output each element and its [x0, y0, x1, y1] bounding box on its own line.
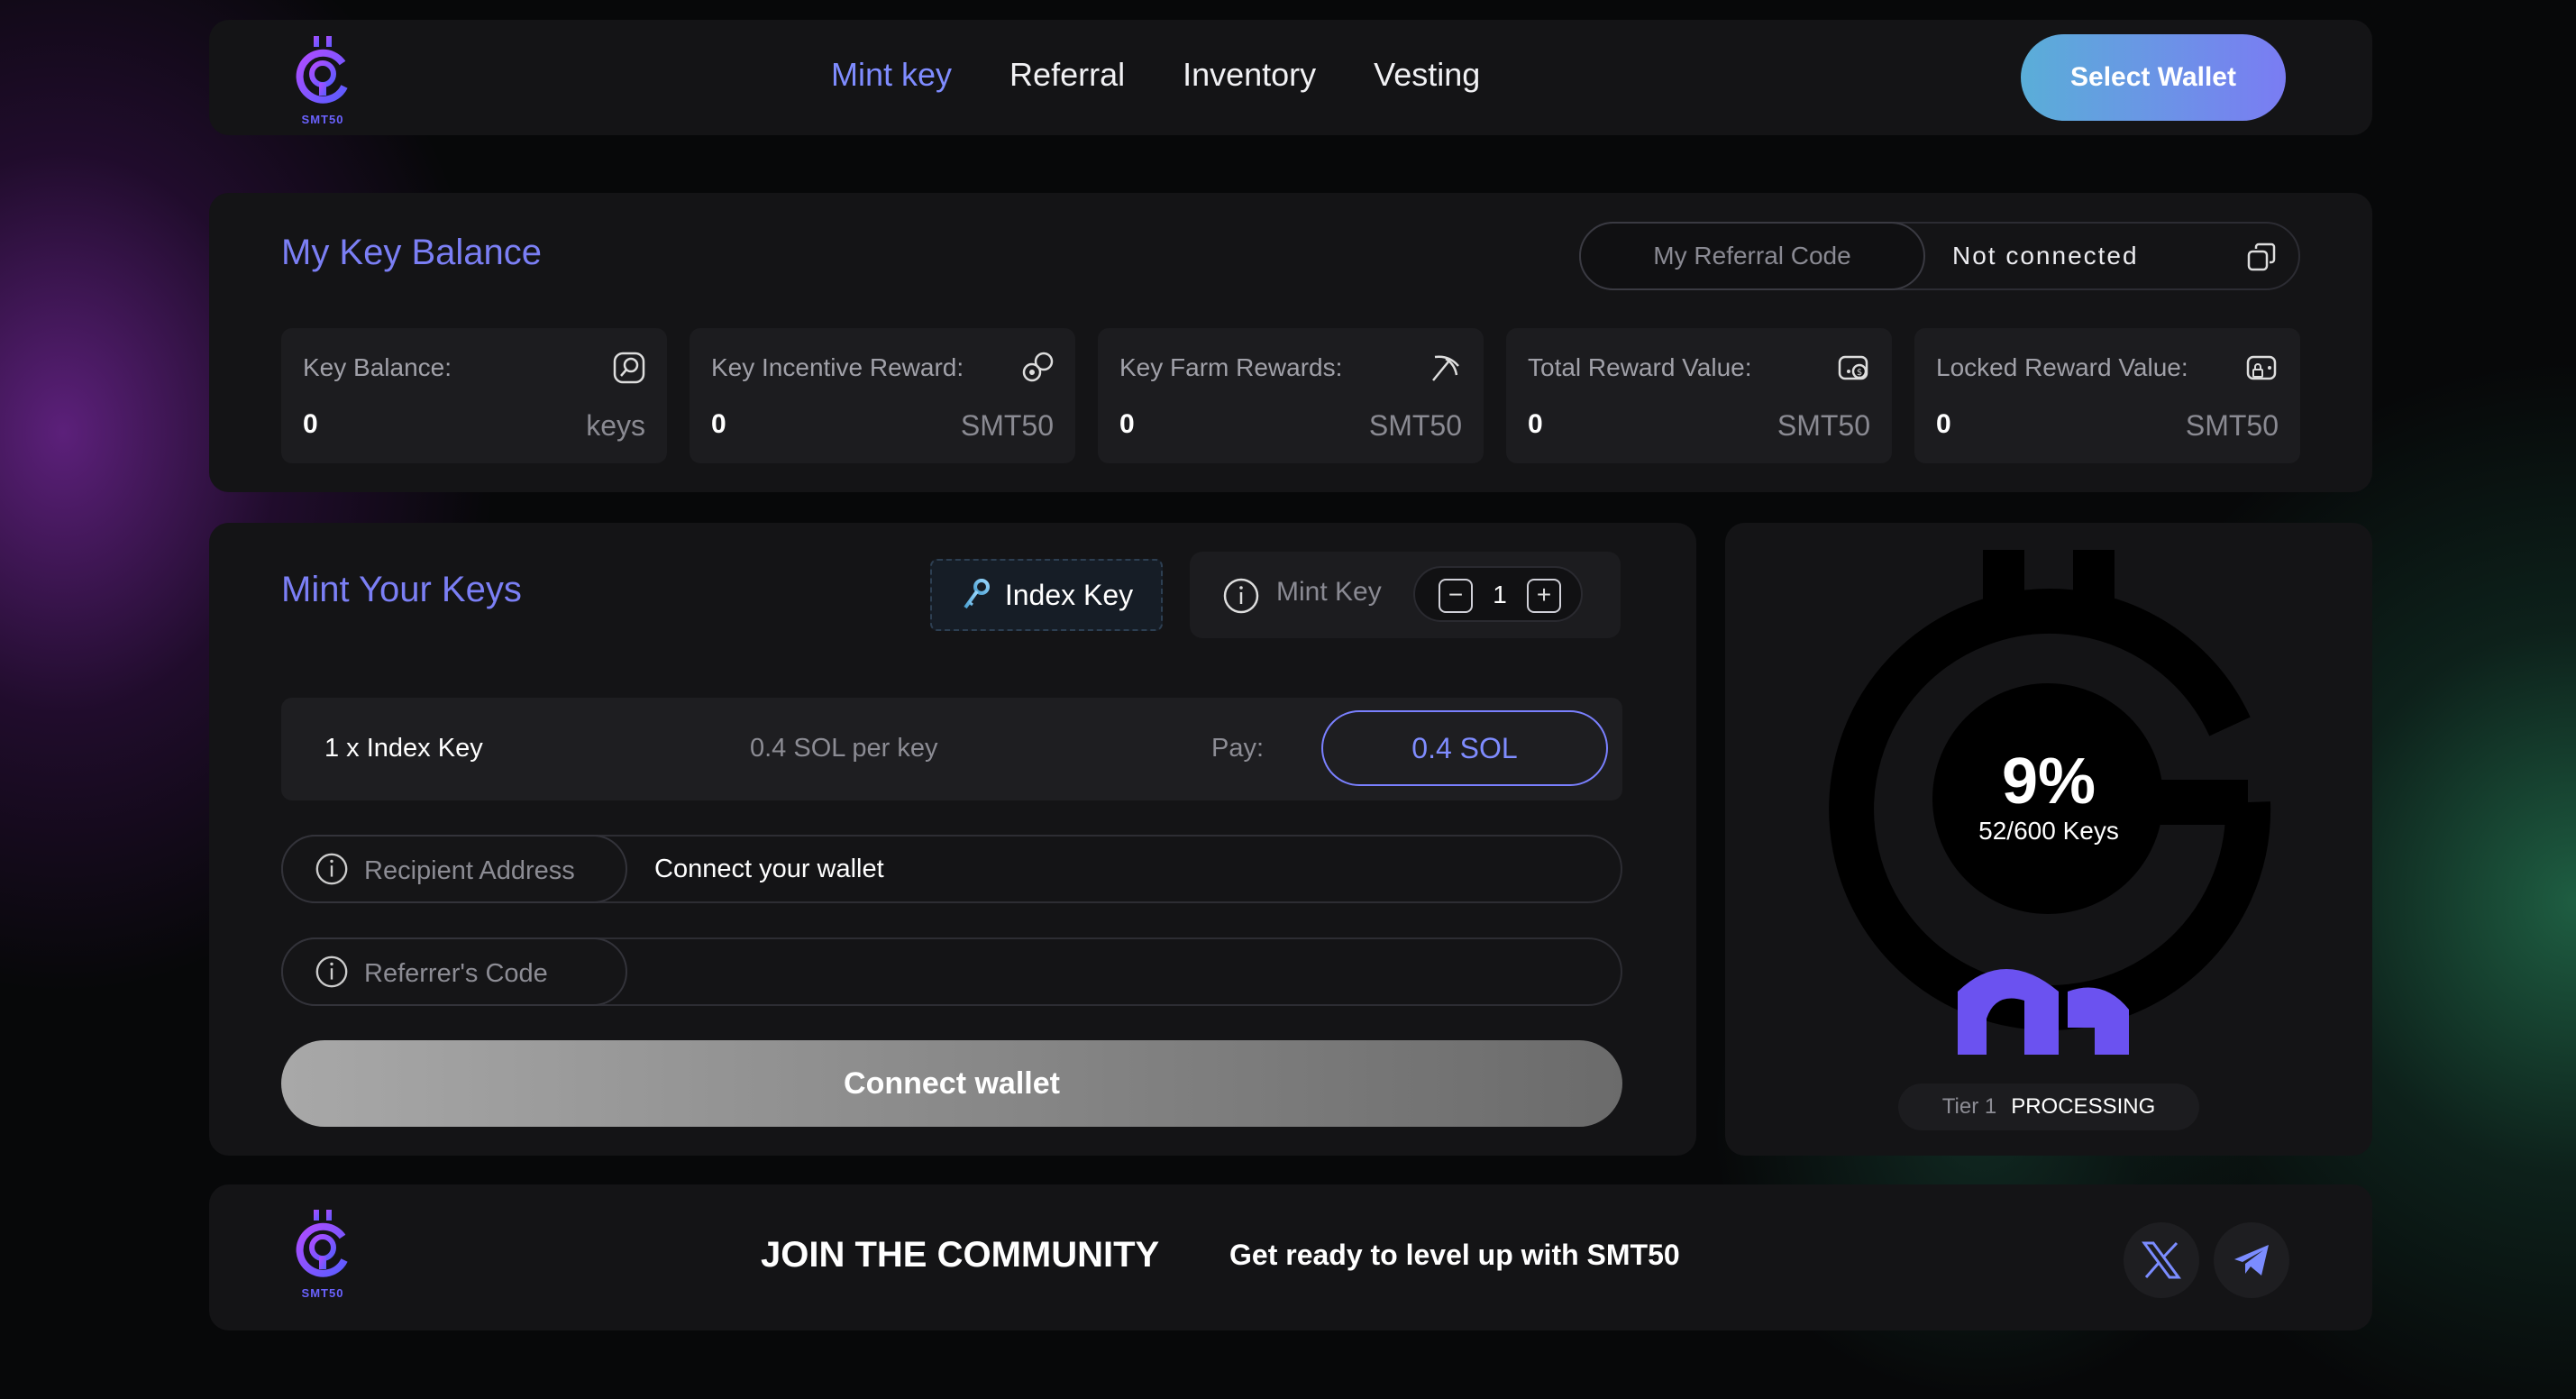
logo-icon [296, 1210, 348, 1277]
referral-code-box: My Referral Code Not connected [1579, 222, 2300, 290]
stat-value: 0 [1936, 409, 1951, 439]
info-icon[interactable] [1222, 577, 1260, 615]
stat-label: Total Reward Value: [1528, 353, 1752, 381]
recipient-address-label: Recipient Address [364, 856, 575, 885]
index-key-chip[interactable]: Index Key [930, 559, 1163, 631]
wallet-dollar-icon: $ [1838, 355, 1868, 380]
stat-unit: keys [586, 409, 645, 442]
key-balance-title: My Key Balance [281, 233, 543, 272]
nav-referral[interactable]: Referral [1009, 56, 1125, 94]
pickaxe-icon [1432, 355, 1459, 381]
nav-vesting[interactable]: Vesting [1374, 56, 1480, 94]
logo-text: SMT50 [301, 1286, 344, 1300]
stat-label: Key Farm Rewards: [1119, 353, 1343, 381]
telegram-link[interactable] [2214, 1222, 2289, 1298]
stat-unit: SMT50 [1777, 409, 1870, 442]
stat-key-balance: Key Balance: 0 keys [281, 328, 667, 463]
key-icon [964, 579, 990, 609]
stat-total-reward-value: Total Reward Value: $ 0 SMT50 [1506, 328, 1892, 463]
stat-value: 0 [711, 409, 726, 439]
copy-icon[interactable] [2246, 242, 2279, 274]
recipient-address-value: Connect your wallet [654, 855, 884, 883]
mint-progress-panel: 9% 52/600 Keys Tier 1 PROCESSING [1725, 523, 2372, 1156]
pay-label: Pay: [1211, 734, 1265, 763]
stat-value: 0 [303, 409, 318, 439]
logo-icon [296, 36, 348, 104]
x-icon [2142, 1241, 2181, 1279]
tier-status-badge: Tier 1 PROCESSING [1898, 1084, 2199, 1130]
progress-percent: 9% [2001, 745, 2096, 818]
nav-links: Mint key Referral Inventory Vesting [831, 56, 1480, 94]
mint-keys-panel: Mint Your Keys Index Key Mint Key − 1 + … [209, 523, 1696, 1156]
nav-inventory[interactable]: Inventory [1183, 56, 1316, 94]
pay-amount: 0.4 SOL [1321, 710, 1608, 786]
top-navbar: SMT50 Mint key Referral Inventory Vestin… [209, 20, 2372, 135]
footer-logo[interactable]: SMT50 [287, 1206, 359, 1305]
decrement-button[interactable]: − [1439, 579, 1473, 613]
quantity-stepper: − 1 + [1413, 566, 1583, 622]
community-subtitle: Get ready to level up with SMT50 [1229, 1239, 1680, 1271]
search-coin-icon [613, 352, 645, 384]
recipient-address-label-box: Recipient Address [281, 835, 627, 903]
referrer-code-field[interactable]: Referrer's Code [281, 937, 1622, 1006]
stat-key-farm-rewards: Key Farm Rewards: 0 SMT50 [1098, 328, 1484, 463]
nav-mint-key[interactable]: Mint key [831, 56, 952, 94]
increment-button[interactable]: + [1527, 579, 1561, 613]
stat-unit: SMT50 [1368, 409, 1462, 442]
stat-label: Key Balance: [303, 353, 452, 381]
referrer-code-label: Referrer's Code [364, 959, 548, 988]
stat-label: Key Incentive Reward: [711, 353, 964, 381]
mint-keys-title: Mint Your Keys [281, 570, 522, 609]
stat-label: Locked Reward Value: [1936, 353, 2188, 381]
order-quantity: 1 x Index Key [324, 734, 483, 763]
select-wallet-button[interactable]: Select Wallet [2021, 34, 2286, 121]
recipient-address-field[interactable]: Recipient Address Connect your wallet [281, 835, 1622, 903]
referrer-code-label-box: Referrer's Code [281, 937, 627, 1006]
tier-status: PROCESSING [2011, 1094, 2156, 1119]
stat-unit: SMT50 [2185, 409, 2279, 442]
order-price: 0.4 SOL per key [750, 734, 938, 763]
quantity-value: 1 [1493, 581, 1507, 608]
info-icon[interactable] [314, 851, 350, 887]
wallet-lock-icon [2246, 355, 2277, 380]
stat-value: 0 [1528, 409, 1543, 439]
stat-locked-reward-value: Locked Reward Value: 0 SMT50 [1914, 328, 2300, 463]
logo-text: SMT50 [301, 113, 344, 126]
order-summary: 1 x Index Key 0.4 SOL per key Pay: 0.4 S… [281, 698, 1622, 800]
stat-key-incentive-reward: Key Incentive Reward: 0 SMT50 [690, 328, 1075, 463]
stat-unit: SMT50 [960, 409, 1054, 442]
coins-icon [1022, 352, 1054, 382]
community-title: JOIN THE COMMUNITY [761, 1235, 1160, 1275]
stat-value: 0 [1119, 409, 1135, 439]
brand-logo[interactable]: SMT50 [287, 32, 359, 132]
mint-key-label: Mint Key [1276, 577, 1382, 607]
index-key-label: Index Key [1004, 578, 1134, 611]
progress-keys: 52/600 Keys [1978, 817, 2119, 845]
referrer-code-input[interactable] [654, 957, 1556, 987]
mint-key-control: Mint Key − 1 + [1190, 552, 1621, 638]
referral-code-value: Not connected [1952, 242, 2139, 270]
tier-label: Tier 1 [1941, 1094, 1997, 1119]
info-icon[interactable] [314, 954, 350, 990]
svg-text:$: $ [1857, 368, 1862, 378]
x-link[interactable] [2124, 1222, 2199, 1298]
connect-wallet-button[interactable]: Connect wallet [281, 1040, 1622, 1127]
key-balance-panel: My Key Balance My Referral Code Not conn… [209, 193, 2372, 492]
community-footer: SMT50 JOIN THE COMMUNITY Get ready to le… [209, 1184, 2372, 1330]
referral-code-label: My Referral Code [1579, 222, 1925, 290]
telegram-icon [2234, 1245, 2269, 1276]
